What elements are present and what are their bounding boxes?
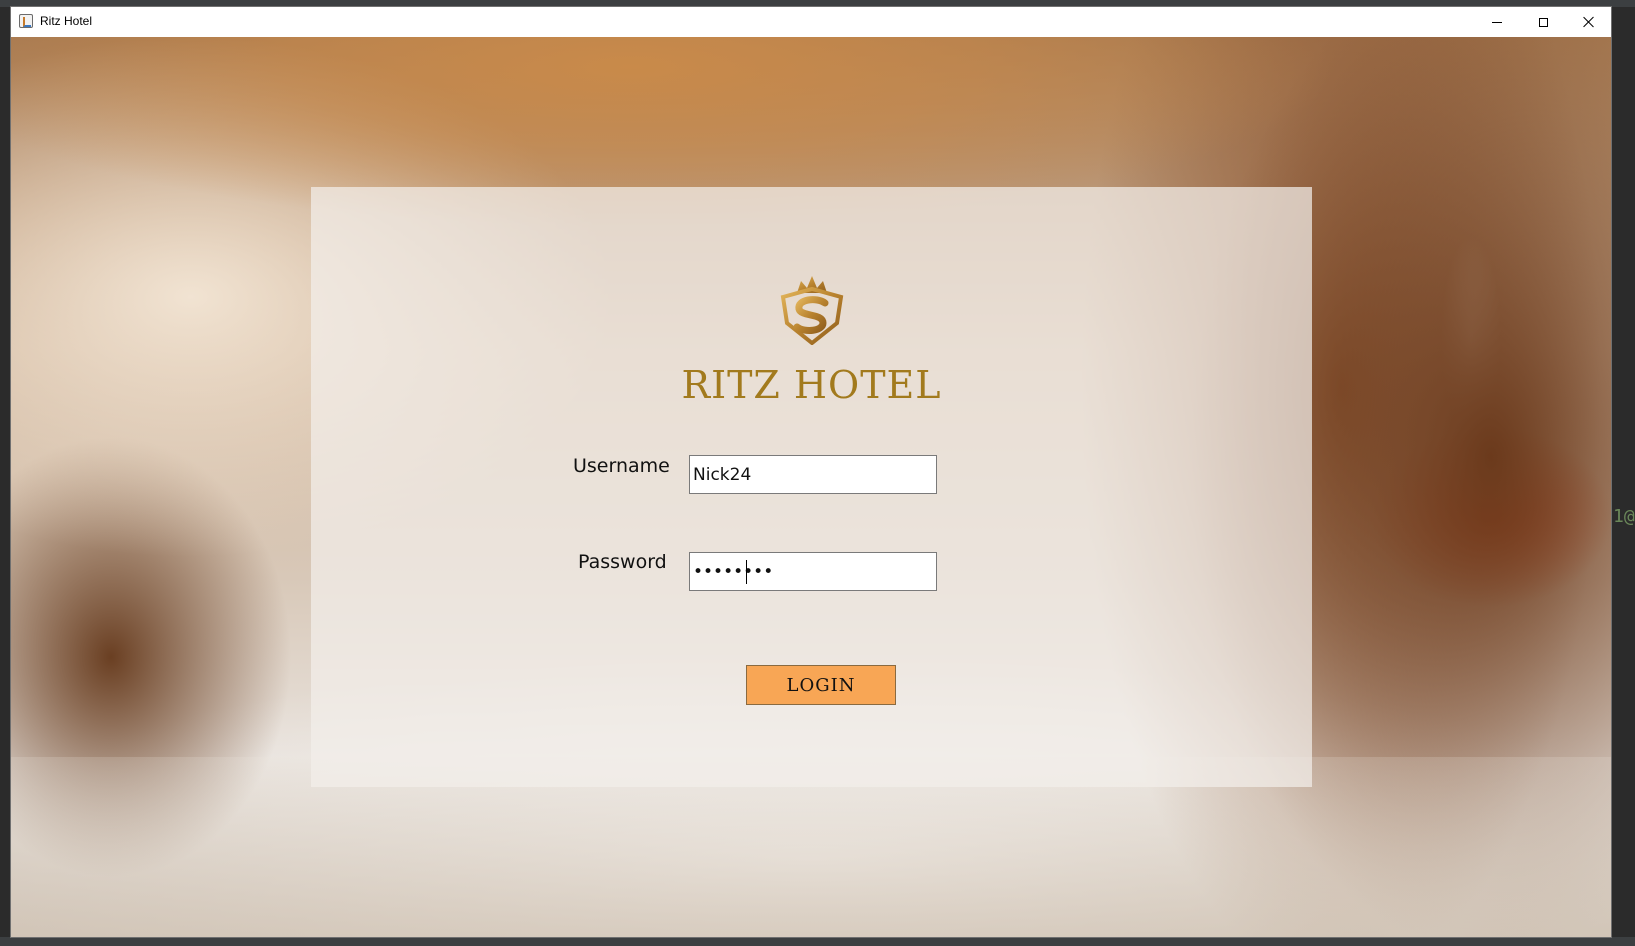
login-screen: RITZ HOTEL Username Password LOGIN	[11, 37, 1611, 937]
login-card: RITZ HOTEL Username Password LOGIN	[311, 187, 1312, 787]
ide-toolbar-strip	[0, 0, 1635, 7]
text-caret	[746, 560, 747, 584]
window-title: Ritz Hotel	[40, 14, 93, 28]
ide-left-panel	[0, 7, 11, 946]
title-bar[interactable]: Ritz Hotel	[11, 7, 1611, 38]
ide-status-strip	[0, 937, 1635, 946]
minimize-button[interactable]	[1474, 7, 1520, 37]
ide-code-fragment: 1@ gm ai il. 44 @ ma	[1613, 506, 1635, 527]
java-app-icon	[19, 14, 33, 28]
maximize-icon	[1538, 17, 1548, 27]
maximize-button[interactable]	[1520, 7, 1566, 37]
username-input[interactable]	[689, 455, 937, 494]
password-label: Password	[578, 551, 667, 573]
minimize-icon	[1492, 21, 1502, 23]
login-button[interactable]: LOGIN	[746, 665, 896, 705]
crown-shield-logo-icon	[780, 276, 844, 345]
app-window: Ritz Hotel RITZ HOTEL Username Nick24 Pa…	[11, 7, 1611, 937]
close-icon	[1583, 16, 1595, 28]
close-button[interactable]	[1566, 7, 1612, 37]
password-input[interactable]	[689, 552, 937, 591]
ide-right-panel: 1@ gm ai il. 44 @ ma	[1611, 7, 1635, 946]
username-label: Username	[573, 455, 670, 477]
brand-name: RITZ HOTEL	[681, 363, 942, 407]
